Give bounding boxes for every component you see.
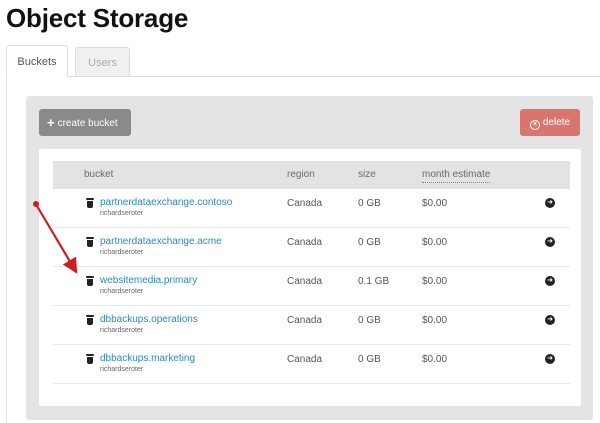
tab-users[interactable]: Users bbox=[75, 47, 130, 77]
arrow-right-circle-icon[interactable]: ➜ bbox=[545, 276, 555, 286]
arrow-right-circle-icon[interactable]: ➜ bbox=[545, 237, 555, 247]
bucket-owner: richardseroter bbox=[100, 249, 144, 256]
bucket-owner: richardseroter bbox=[100, 327, 144, 334]
column-header-bucket: bucket bbox=[84, 169, 114, 180]
column-header-month-estimate[interactable]: month estimate bbox=[422, 169, 491, 183]
bucket-name-link[interactable]: partnerdataexchange.contoso bbox=[100, 197, 232, 208]
bucket-icon bbox=[86, 198, 94, 208]
column-header-size: size bbox=[358, 169, 376, 180]
bucket-name-link[interactable]: dbbackups.marketing bbox=[100, 353, 195, 364]
bucket-month-estimate: $0.00 bbox=[422, 237, 448, 248]
tab-bar: Buckets Users bbox=[6, 45, 600, 77]
bucket-name-link[interactable]: dbbackups.operations bbox=[100, 314, 198, 325]
bucket-size: 0.1 GB bbox=[358, 276, 390, 287]
bucket-size: 0 GB bbox=[358, 198, 381, 209]
bucket-name-link[interactable]: partnerdataexchange.acme bbox=[100, 236, 222, 247]
create-bucket-label: create bucket bbox=[57, 118, 118, 129]
bucket-month-estimate: $0.00 bbox=[422, 354, 448, 365]
arrow-right-circle-icon[interactable]: ➜ bbox=[545, 354, 555, 364]
bucket-size: 0 GB bbox=[358, 237, 381, 248]
plus-icon: + bbox=[47, 115, 55, 130]
bucket-region: Canada bbox=[287, 315, 323, 326]
bucket-month-estimate: $0.00 bbox=[422, 315, 448, 326]
table-row: dbbackups.operations richardseroter Cana… bbox=[53, 306, 570, 345]
bucket-owner: richardseroter bbox=[100, 210, 144, 217]
table-row: websitemedia.primary richardseroter Cana… bbox=[53, 267, 570, 306]
column-header-region: region bbox=[287, 169, 315, 180]
bucket-owner: richardseroter bbox=[100, 288, 144, 295]
bucket-region: Canada bbox=[287, 276, 323, 287]
bucket-region: Canada bbox=[287, 198, 323, 209]
bucket-region: Canada bbox=[287, 237, 323, 248]
table-row: partnerdataexchange.acme richardseroter … bbox=[53, 228, 570, 267]
bucket-icon bbox=[86, 315, 94, 325]
delete-label: delete bbox=[542, 117, 571, 128]
table-header: bucket region size month estimate bbox=[53, 161, 570, 189]
arrow-right-circle-icon[interactable]: ➜ bbox=[545, 315, 555, 325]
tab-buckets[interactable]: Buckets bbox=[6, 45, 68, 77]
close-circle-icon: × bbox=[529, 120, 540, 130]
bucket-icon bbox=[86, 237, 94, 247]
bucket-month-estimate: $0.00 bbox=[422, 198, 448, 209]
delete-button[interactable]: × delete bbox=[520, 109, 580, 136]
table-row: dbbackups.marketing richardseroter Canad… bbox=[53, 345, 570, 384]
arrow-right-circle-icon[interactable]: ➜ bbox=[545, 198, 555, 208]
buckets-table: bucket region size month estimate partne… bbox=[39, 149, 581, 406]
table-row: partnerdataexchange.contoso richardserot… bbox=[53, 189, 570, 228]
page-title: Object Storage bbox=[6, 3, 189, 33]
bucket-month-estimate: $0.00 bbox=[422, 276, 448, 287]
bucket-size: 0 GB bbox=[358, 354, 381, 365]
bucket-region: Canada bbox=[287, 354, 323, 365]
bucket-size: 0 GB bbox=[358, 315, 381, 326]
create-bucket-button[interactable]: + create bucket bbox=[39, 109, 131, 136]
bucket-name-link[interactable]: websitemedia.primary bbox=[100, 275, 197, 286]
bucket-owner: richardseroter bbox=[100, 366, 144, 373]
bucket-icon bbox=[86, 354, 94, 364]
bucket-icon bbox=[86, 276, 94, 286]
